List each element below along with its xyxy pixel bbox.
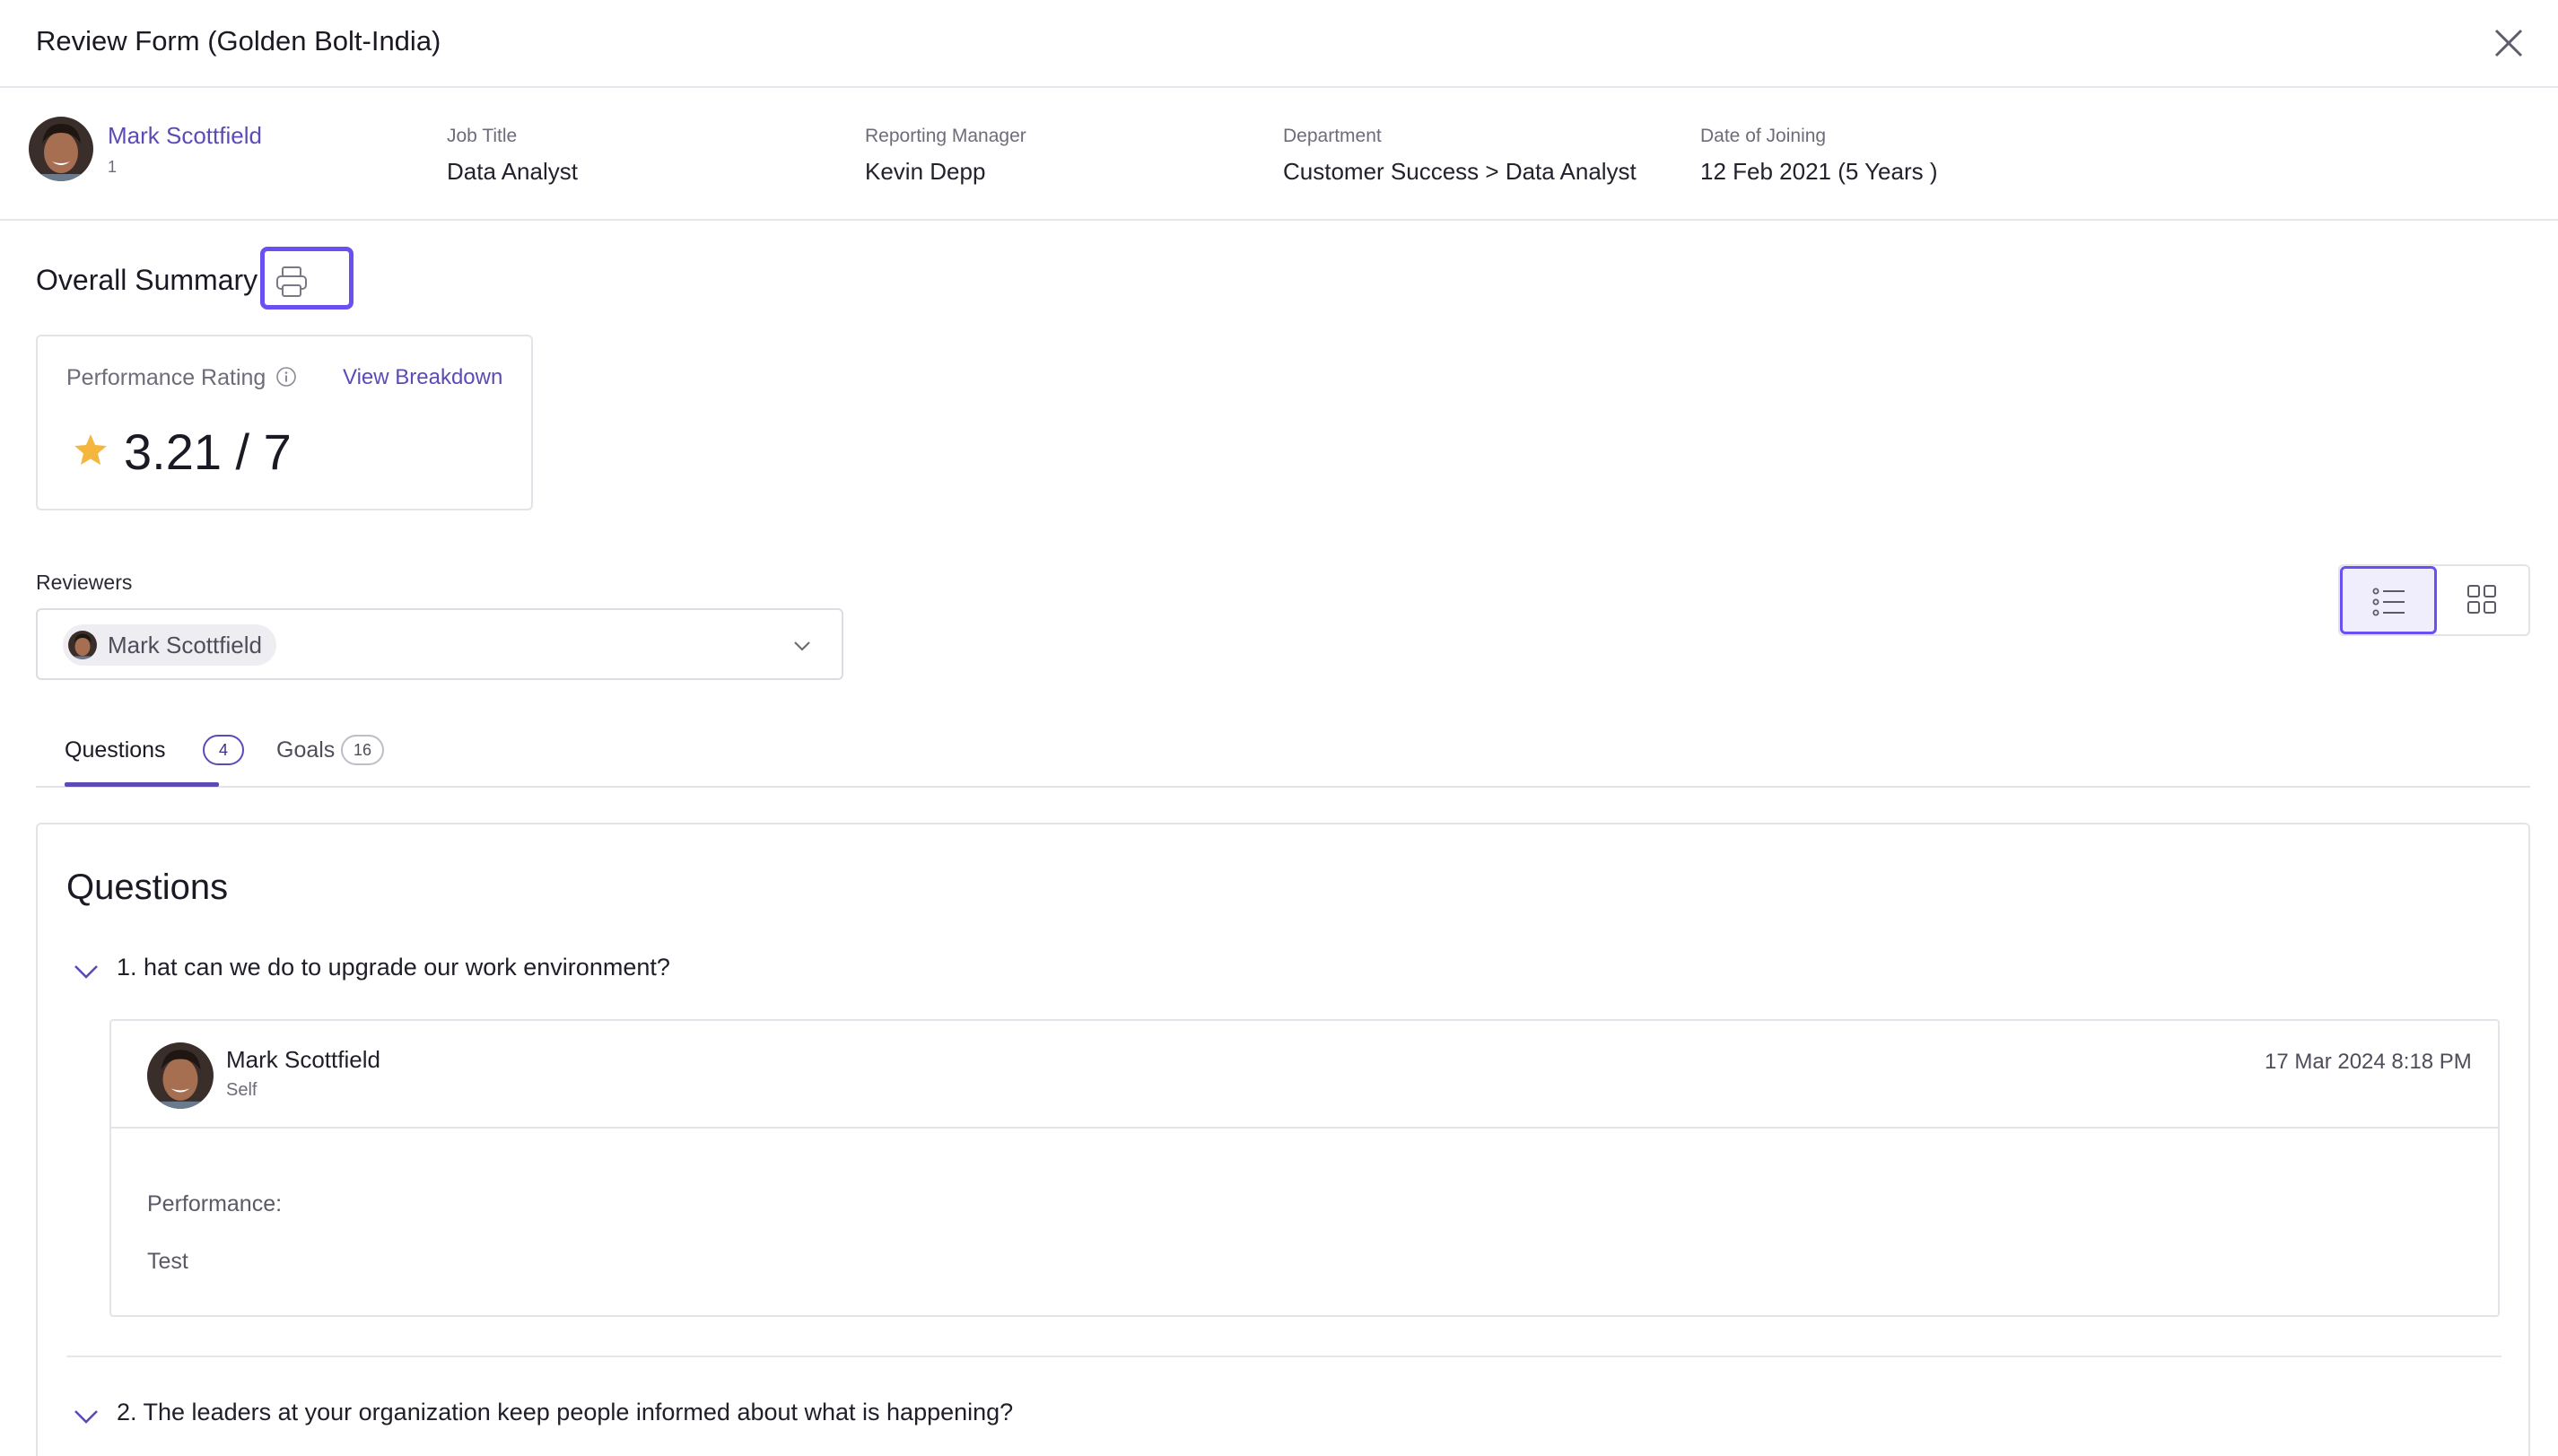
reviewers-label: Reviewers — [36, 571, 133, 594]
reviewer-chip-label: Mark Scottfield — [108, 632, 262, 658]
tab-questions-count: 4 — [203, 735, 244, 765]
info-icon[interactable] — [275, 366, 297, 388]
answer-author-role: Self — [226, 1080, 258, 1100]
chevron-down-icon — [74, 965, 98, 979]
question-divider — [66, 1356, 2501, 1357]
reporting-manager-value: Kevin Depp — [865, 158, 986, 185]
chevron-down-icon — [74, 1410, 98, 1424]
employee-id: 1 — [108, 158, 118, 176]
page-title: Review Form (Golden Bolt-India) — [36, 25, 441, 57]
avatar — [29, 117, 93, 181]
job-title-label: Job Title — [447, 126, 518, 146]
date-of-joining-value: 12 Feb 2021 (5 Years ) — [1700, 158, 1938, 185]
answer-card: Mark Scottfield Self 17 Mar 2024 8:18 PM… — [109, 1019, 2500, 1317]
job-title-value: Data Analyst — [447, 158, 578, 185]
list-view-button[interactable] — [2340, 566, 2437, 634]
tab-bar: Questions 4 Goals 16 — [36, 718, 2530, 788]
star-icon — [74, 434, 107, 466]
question-toggle[interactable]: 1. hat can we do to upgrade our work env… — [72, 952, 879, 988]
employee-info-bar: Mark Scottfield 1 Job Title Data Analyst… — [0, 88, 2558, 221]
tab-goals-count: 16 — [341, 735, 385, 765]
tab-questions-label: Questions — [65, 737, 166, 763]
questions-panel: Questions 1. hat can we do to upgrade ou… — [36, 823, 2530, 1456]
printer-icon — [276, 266, 307, 297]
view-toggle — [2338, 564, 2530, 636]
answer-timestamp: 17 Mar 2024 8:18 PM — [2265, 1050, 2472, 1074]
question-text: 2. The leaders at your organization keep… — [117, 1399, 1014, 1425]
chevron-down-icon — [794, 641, 810, 651]
answer-header: Mark Scottfield Self 17 Mar 2024 8:18 PM — [111, 1021, 2498, 1129]
list-view-icon — [2372, 588, 2405, 616]
department-label: Department — [1283, 126, 1382, 146]
performance-rating-value: 3.21 / 7 — [124, 423, 292, 480]
section-title-overall-summary: Overall Summary — [36, 264, 258, 296]
grid-view-icon — [2467, 585, 2496, 614]
tab-goals[interactable]: Goals 16 — [276, 718, 411, 788]
answer-author-name: Mark Scottfield — [226, 1046, 380, 1073]
avatar — [147, 1042, 214, 1109]
question-text: 1. hat can we do to upgrade our work env… — [117, 954, 670, 981]
employee-name-link[interactable]: Mark Scottfield — [108, 122, 262, 150]
questions-heading: Questions — [66, 867, 229, 907]
reviewer-select[interactable]: Mark Scottfield — [36, 608, 843, 680]
tab-active-indicator — [65, 782, 219, 787]
tab-goals-label: Goals — [276, 737, 336, 763]
question-toggle[interactable]: 2. The leaders at your organization keep… — [72, 1397, 1238, 1433]
performance-rating-card: Performance Rating View Breakdown 3.21 /… — [36, 335, 533, 510]
reporting-manager-label: Reporting Manager — [865, 126, 1026, 146]
performance-rating-label: Performance Rating — [66, 365, 266, 390]
reviewer-chip: Mark Scottfield — [63, 624, 276, 666]
tab-questions[interactable]: Questions 4 — [65, 718, 257, 788]
department-value: Customer Success > Data Analyst — [1283, 158, 1637, 185]
date-of-joining-label: Date of Joining — [1700, 126, 1827, 146]
grid-view-button[interactable] — [2437, 566, 2530, 634]
print-button[interactable] — [260, 247, 354, 310]
modal-header: Review Form (Golden Bolt-India) — [0, 0, 2558, 88]
close-icon[interactable] — [2491, 25, 2527, 61]
avatar — [68, 631, 97, 659]
view-breakdown-link[interactable]: View Breakdown — [343, 365, 502, 390]
answer-field-value: Test — [147, 1249, 188, 1274]
answer-field-label: Performance: — [147, 1191, 283, 1216]
